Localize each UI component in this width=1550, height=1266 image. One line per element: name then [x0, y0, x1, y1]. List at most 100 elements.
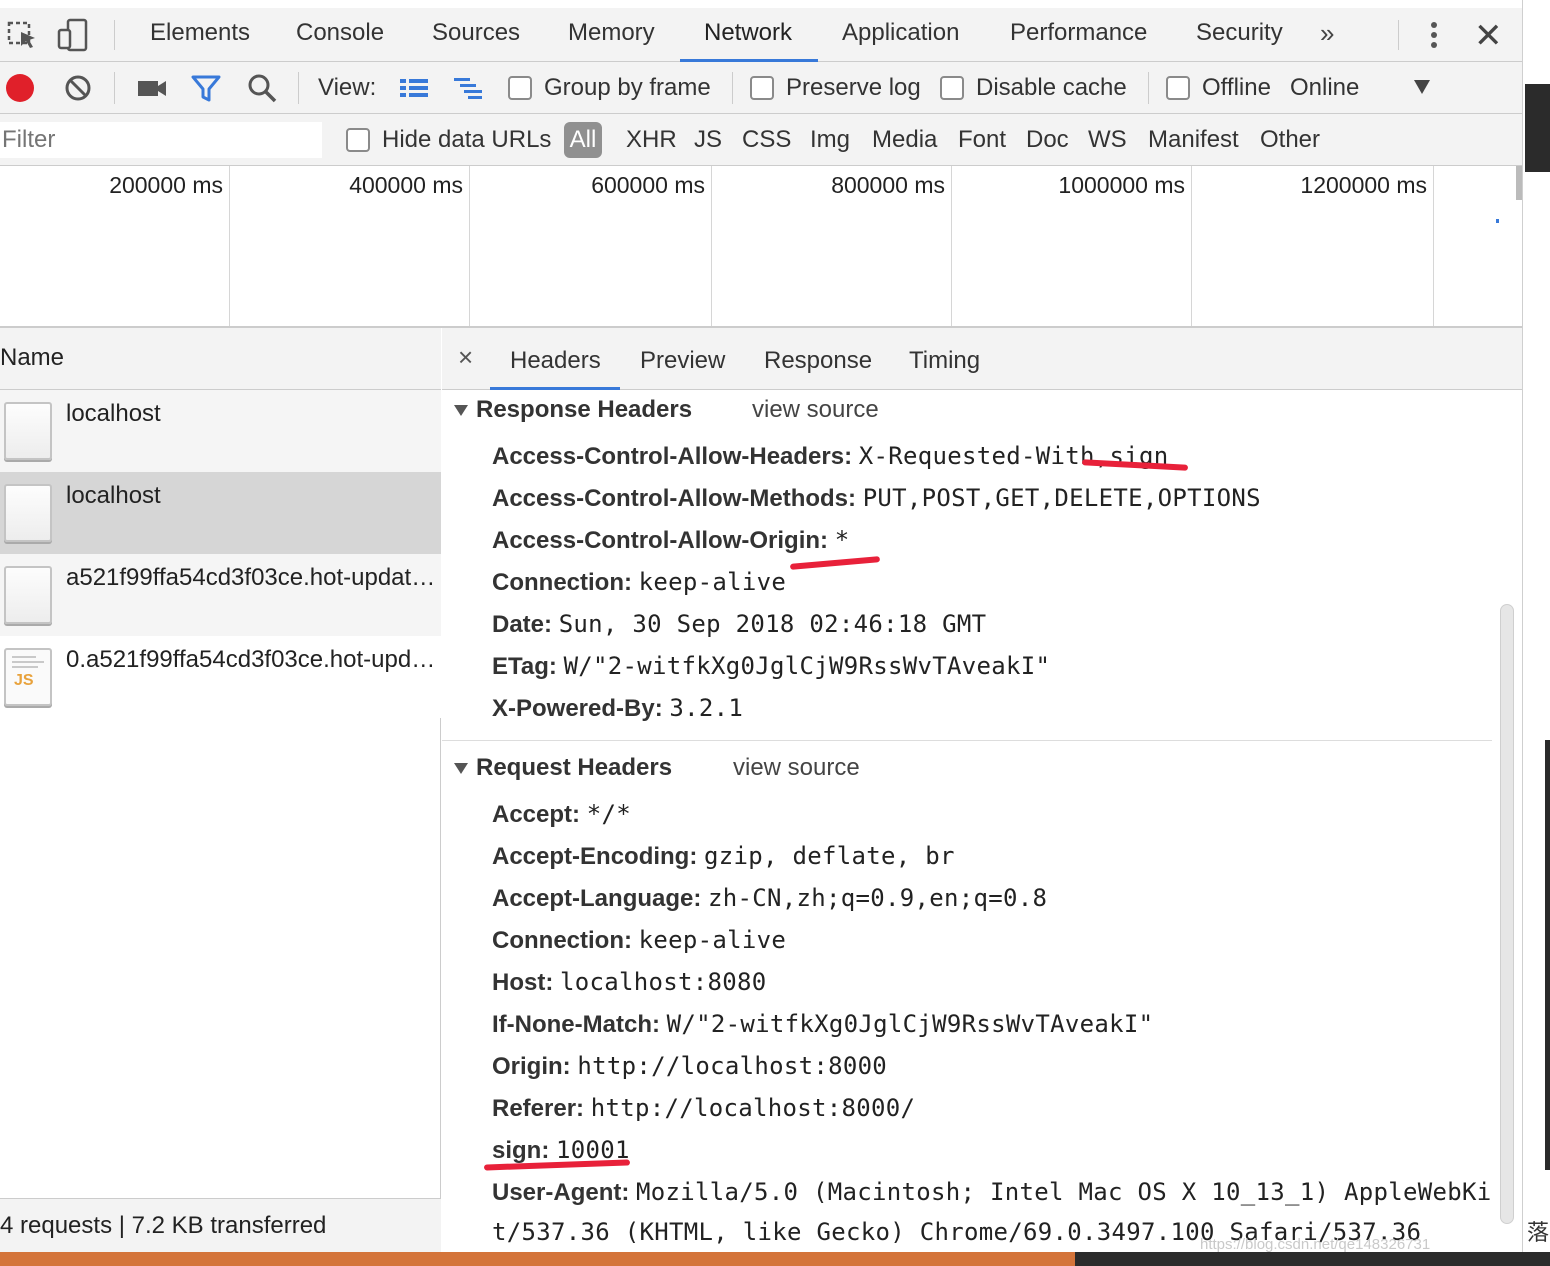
- header-key: Origin:: [492, 1053, 571, 1080]
- header-key: Access-Control-Allow-Methods:: [492, 485, 857, 512]
- header-key: Connection:: [492, 927, 632, 954]
- toolbar-divider: [1398, 20, 1399, 50]
- type-filter-js[interactable]: JS: [694, 114, 722, 166]
- request-header-row: Referer: http://localhost:8000/: [492, 1094, 915, 1123]
- hide-data-urls-checkbox[interactable]: [346, 128, 370, 152]
- header-value: http://localhost:8000/: [590, 1094, 916, 1122]
- tab-application[interactable]: Application: [840, 8, 961, 61]
- header-value: localhost:8080: [560, 968, 767, 996]
- tab-preview[interactable]: Preview: [640, 328, 725, 394]
- request-header-row: Host: localhost:8080: [492, 968, 767, 997]
- details-scrollbar[interactable]: [1500, 604, 1514, 1224]
- header-key: Accept:: [492, 801, 581, 828]
- preserve-log-checkbox[interactable]: [750, 76, 774, 100]
- offline-checkbox[interactable]: [1166, 76, 1190, 100]
- toolbar-divider: [732, 72, 733, 104]
- request-header-row: If-None-Match: W/"2-witfkXg0JglCjW9RssWv…: [492, 1010, 1153, 1039]
- tab-performance[interactable]: Performance: [1008, 8, 1149, 61]
- response-header-row: Date: Sun, 30 Sep 2018 02:46:18 GMT: [492, 610, 986, 639]
- response-header-row: X-Powered-By: 3.2.1: [492, 694, 743, 723]
- response-header-row: Connection: keep-alive: [492, 568, 786, 597]
- response-headers-toggle[interactable]: Response Headers: [454, 396, 692, 424]
- devtools-window: Elements Console Sources Memory Network …: [0, 0, 1522, 1253]
- request-name: 0.a521f99ffa54cd3f03ce.hot-update.js: [66, 646, 436, 673]
- header-key: Accept-Language:: [492, 885, 702, 912]
- request-row[interactable]: JS 0.a521f99ffa54cd3f03ce.hot-update.js: [0, 636, 441, 718]
- clear-icon[interactable]: [62, 72, 94, 104]
- js-file-icon: JS: [4, 648, 52, 706]
- request-row[interactable]: a521f99ffa54cd3f03ce.hot-update.json: [0, 554, 441, 636]
- background-window-edge: 落: [1522, 0, 1550, 1266]
- overview-waterfall-icon[interactable]: [452, 72, 484, 104]
- search-icon[interactable]: [246, 72, 278, 104]
- throttling-select[interactable]: Online: [1290, 62, 1359, 114]
- type-filter-xhr[interactable]: XHR: [626, 114, 677, 166]
- tab-console[interactable]: Console: [294, 8, 386, 61]
- header-value: zh-CN,zh;q=0.9,en;q=0.8: [708, 884, 1048, 912]
- view-label: View:: [318, 74, 377, 101]
- tab-headers[interactable]: Headers: [510, 328, 601, 394]
- name-column-header[interactable]: Name: [0, 328, 441, 390]
- large-rows-icon[interactable]: [398, 72, 430, 104]
- tab-network[interactable]: Network: [702, 8, 794, 61]
- header-value: http://localhost:8000: [577, 1052, 888, 1080]
- type-filter-manifest[interactable]: Manifest: [1148, 114, 1239, 166]
- filter-funnel-icon[interactable]: [190, 72, 222, 104]
- tab-response[interactable]: Response: [764, 328, 872, 394]
- more-tabs-icon[interactable]: »: [1320, 18, 1334, 49]
- timeline-overview[interactable]: 200000 ms 400000 ms 600000 ms 800000 ms …: [0, 166, 1522, 328]
- timeline-tick-label: 800000 ms: [831, 172, 945, 198]
- tab-timing[interactable]: Timing: [909, 328, 980, 394]
- type-filter-other[interactable]: Other: [1260, 114, 1320, 166]
- tab-security[interactable]: Security: [1194, 8, 1285, 61]
- timeline-tick-label: 400000 ms: [349, 172, 463, 198]
- header-key: sign:: [492, 1137, 550, 1164]
- close-details-icon[interactable]: ×: [458, 342, 473, 373]
- disable-cache-checkbox[interactable]: [940, 76, 964, 100]
- details-tab-bar: × Headers Preview Response Timing: [442, 328, 1522, 390]
- response-header-row: Access-Control-Allow-Origin: *: [492, 526, 849, 555]
- request-row-selected[interactable]: localhost: [0, 472, 441, 554]
- request-list-pane: Name localhost localhost a521f99ffa54cd3…: [0, 328, 441, 1252]
- header-key: Host:: [492, 969, 554, 996]
- timeline-tick-label: 1200000 ms: [1300, 172, 1427, 198]
- close-devtools-icon[interactable]: ✕: [1474, 16, 1503, 56]
- toolbar-divider: [114, 20, 115, 50]
- response-view-source-link[interactable]: view source: [752, 396, 879, 424]
- header-key: If-None-Match:: [492, 1011, 660, 1038]
- device-toolbar-icon[interactable]: [56, 18, 90, 52]
- type-filter-media[interactable]: Media: [872, 114, 937, 166]
- background-window-fragment: [1525, 84, 1550, 172]
- type-filter-doc[interactable]: Doc: [1026, 114, 1069, 166]
- timeline-request-marker: [1496, 219, 1499, 223]
- response-header-row: Access-Control-Allow-Methods: PUT,POST,G…: [492, 484, 1261, 513]
- group-by-frame-checkbox[interactable]: [508, 76, 532, 100]
- type-filter-font[interactable]: Font: [958, 114, 1006, 166]
- chevron-down-icon[interactable]: [1414, 80, 1430, 94]
- request-headers-toggle[interactable]: Request Headers: [454, 754, 672, 782]
- record-icon[interactable]: [6, 74, 34, 102]
- type-filter-all[interactable]: All: [564, 122, 602, 158]
- timeline-tick: 1200000 ms: [1192, 166, 1434, 326]
- preserve-log-label: Preserve log: [786, 74, 921, 101]
- header-key: Access-Control-Allow-Headers:: [492, 443, 853, 470]
- request-header-row: Connection: keep-alive: [492, 926, 786, 955]
- tab-elements[interactable]: Elements: [148, 8, 252, 61]
- type-filter-ws[interactable]: WS: [1088, 114, 1127, 166]
- kebab-menu-icon[interactable]: [1424, 20, 1444, 52]
- request-view-source-link[interactable]: view source: [733, 754, 860, 782]
- type-filter-img[interactable]: Img: [810, 114, 850, 166]
- type-filter-css[interactable]: CSS: [742, 114, 791, 166]
- toolbar-divider: [1148, 72, 1149, 104]
- tab-sources[interactable]: Sources: [430, 8, 522, 61]
- header-value: keep-alive: [638, 926, 787, 954]
- js-file-icon-label: JS: [14, 672, 34, 689]
- request-header-row: User-Agent: Mozilla/5.0 (Macintosh; Inte…: [492, 1178, 1491, 1207]
- inspect-element-icon[interactable]: [6, 18, 40, 52]
- watermark: https://blog.csdn.net/qe148326731: [1200, 1236, 1431, 1253]
- timeline-tick: 600000 ms: [470, 166, 712, 326]
- request-row[interactable]: localhost: [0, 390, 441, 472]
- tab-memory[interactable]: Memory: [566, 8, 657, 61]
- screenshot-camera-icon[interactable]: [136, 72, 168, 104]
- filter-input[interactable]: [0, 122, 322, 158]
